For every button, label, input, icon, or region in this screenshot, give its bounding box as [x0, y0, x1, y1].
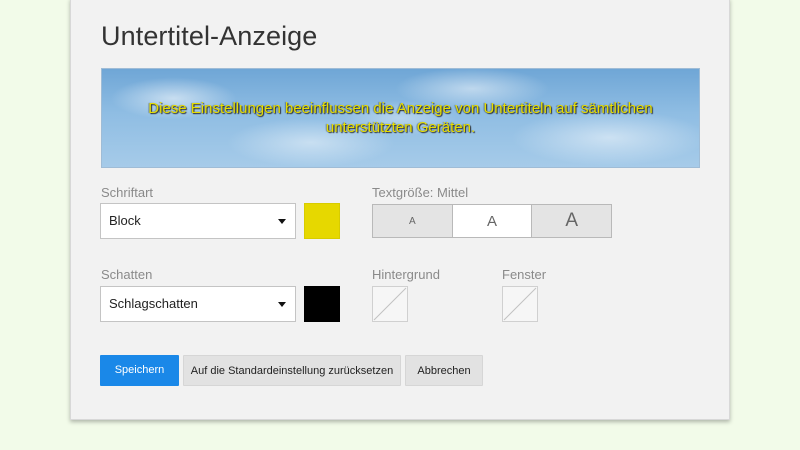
- shadow-select[interactable]: Schlagschatten: [100, 286, 296, 322]
- reset-defaults-button[interactable]: Auf die Standardeinstellung zurücksetzen: [183, 355, 401, 386]
- no-color-icon: [503, 287, 537, 321]
- subtitle-preview: Diese Einstellungen beeinflussen die Anz…: [101, 68, 700, 168]
- font-color-swatch[interactable]: [304, 203, 340, 239]
- font-select[interactable]: Block: [100, 203, 296, 239]
- background-label: Hintergrund: [372, 267, 440, 282]
- window-label: Fenster: [502, 267, 547, 282]
- text-size-selector: A A A: [372, 204, 612, 238]
- save-button[interactable]: Speichern: [100, 355, 179, 386]
- text-size-medium[interactable]: A: [451, 205, 532, 237]
- font-label: Schriftart: [101, 185, 154, 200]
- shadow-select-value: Schlagschatten: [109, 296, 198, 311]
- no-color-icon: [373, 287, 407, 321]
- shadow-color-swatch[interactable]: [304, 286, 340, 322]
- font-select-value: Block: [109, 213, 141, 228]
- text-size-large[interactable]: A: [531, 205, 612, 237]
- chevron-down-icon: [278, 219, 286, 224]
- subtitle-settings-dialog: Untertitel-Anzeige Diese Einstellungen b…: [70, 0, 730, 420]
- text-size-label: Textgröße: Mittel: [372, 185, 469, 200]
- cancel-button[interactable]: Abbrechen: [405, 355, 483, 386]
- background-color-swatch[interactable]: [372, 286, 408, 322]
- preview-text: Diese Einstellungen beeinflussen die Anz…: [148, 100, 653, 136]
- page-title: Untertitel-Anzeige: [101, 21, 318, 51]
- chevron-down-icon: [278, 302, 286, 307]
- shadow-label: Schatten: [101, 267, 153, 282]
- text-size-small[interactable]: A: [373, 205, 452, 237]
- window-color-swatch[interactable]: [502, 286, 538, 322]
